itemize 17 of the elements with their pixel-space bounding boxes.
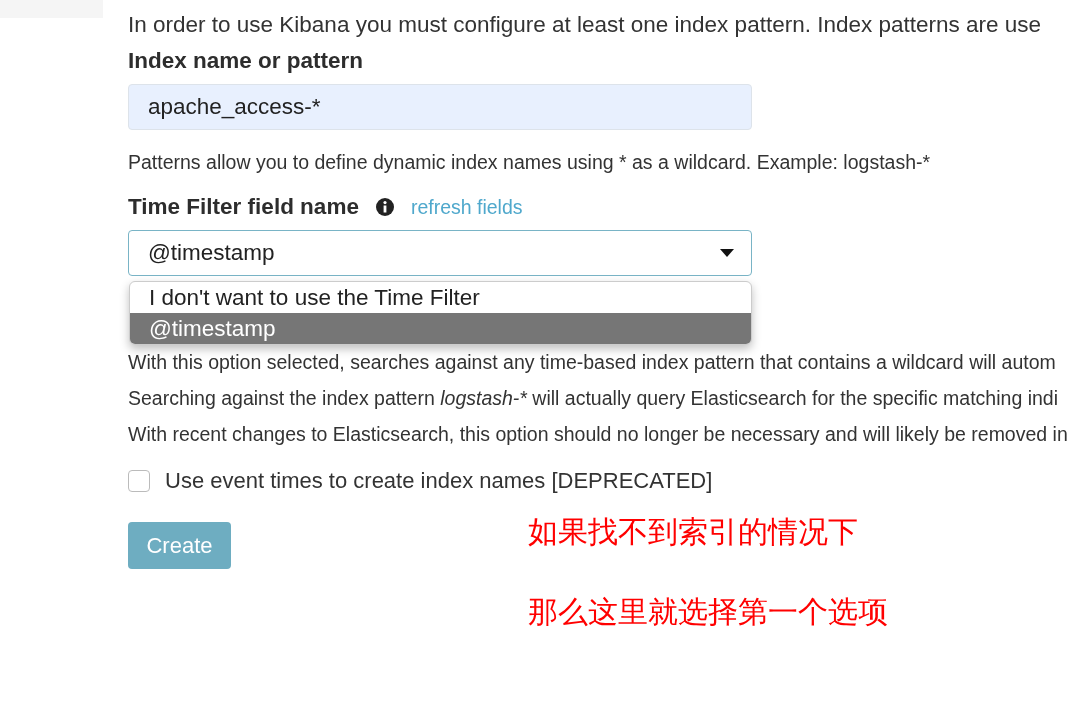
note-text: With recent changes to Elasticsearch, this option should no longer be necessary and will likely be removed in [128, 422, 1069, 446]
checkbox[interactable] [128, 470, 150, 492]
index-pattern-field[interactable]: apache_access-* [128, 84, 752, 130]
checkbox-label: Use event times to create index names [DEPRECATED] [165, 468, 713, 494]
caret-icon [720, 249, 734, 257]
dropdown-option[interactable]: @timestamp [130, 313, 751, 344]
field-label: Time Filter field name [128, 194, 359, 220]
annotation-text: 那么这里就选择第一个选项 [528, 593, 888, 631]
intro-text: In order to use Kibana you must configure at least one index pattern. Index patterns are use [128, 12, 1043, 38]
dropdown-option[interactable]: I don't want to use the Time Filter [130, 282, 751, 313]
note-text: With this option selected, searches against any time-based index pattern that contains a wildcard will autom [128, 350, 1057, 374]
help-text: Patterns allow you to define dynamic index names using * as a wildcard. Example: logstash-* [128, 150, 932, 174]
note-text: Searching against the index pattern logstash-* will actually query Elasticsearch for the specific matching indi [128, 386, 1059, 410]
annotation-text: 如果找不到索引的情况下 [528, 513, 859, 551]
field-label: Index name or pattern [128, 48, 365, 74]
time-field-select[interactable]: @timestamp [128, 230, 752, 276]
info-icon [374, 197, 395, 217]
